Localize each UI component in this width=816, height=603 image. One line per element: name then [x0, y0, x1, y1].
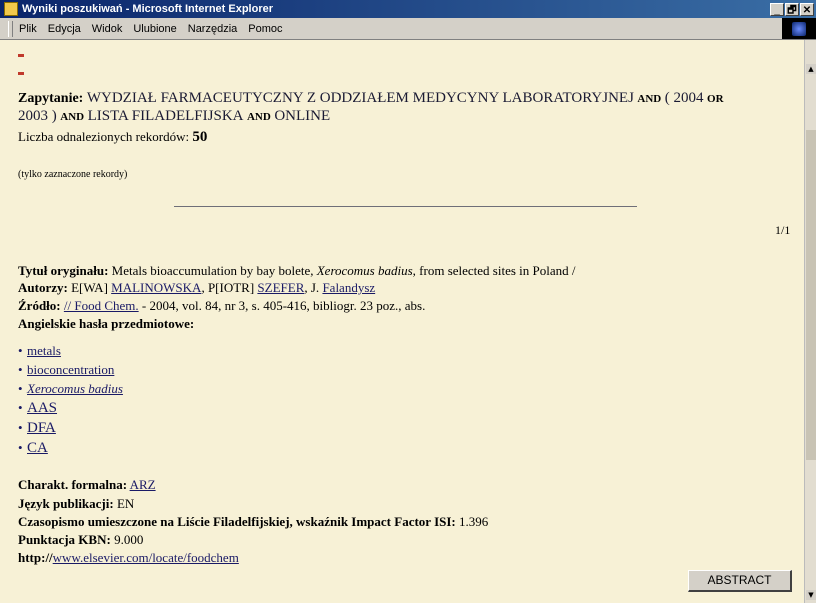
title-text-end: , from selected sites in Poland / [412, 263, 576, 278]
query-term-list: LISTA FILADELFIJSKA [87, 108, 244, 124]
page-indicator: 1/1 [775, 223, 791, 237]
ie-app-icon [4, 2, 18, 16]
toolbar-grip[interactable] [8, 20, 13, 37]
record-subjects-heading: Angielskie hasła przedmiotowe: [18, 315, 194, 332]
menu-help[interactable]: Pomoc [248, 23, 282, 35]
subject-link-bioconcentration[interactable]: bioconcentration [27, 362, 114, 377]
impact-factor-value: 1.396 [459, 514, 489, 529]
minimize-button[interactable]: _ [770, 2, 784, 16]
title-label: Tytuł oryginału: [18, 263, 109, 278]
author-link-szefer[interactable]: SZEFER [257, 280, 304, 295]
subject-link-ca[interactable]: CA [27, 440, 48, 456]
selected-records-note: (tylko zaznaczone rekordy) [18, 169, 128, 180]
source-details: - 2004, vol. 84, nr 3, s. 405-416, bibli… [138, 298, 426, 313]
window-title-bar: Wyniki poszukiwań - Microsoft Internet E… [0, 0, 816, 18]
record-kbn-score: Punktacja KBN: 9.000 [18, 531, 143, 548]
list-item: • AAS [18, 400, 58, 416]
source-journal-link[interactable]: // Food Chem. [64, 298, 139, 313]
record-url: http://www.elsevier.com/locate/foodchem [18, 549, 239, 566]
language-value: EN [116, 496, 135, 511]
list-item: • DFA [18, 420, 56, 436]
author-link-falandysz[interactable]: Falandysz [322, 280, 375, 295]
query-year-2004: ( 2004 [664, 90, 704, 106]
record-authors: Autorzy: E[WA] MALINOWSKA, P[IOTR] SZEFE… [18, 279, 375, 296]
ie-throbber-logo [782, 18, 816, 39]
kbn-label: Punktacja KBN: [18, 532, 111, 547]
menu-tools[interactable]: Narzędzia [188, 23, 238, 35]
menu-file[interactable]: Plik [19, 23, 37, 35]
author-2-initial: , P[IOTR] [201, 280, 255, 295]
close-button[interactable]: ✕ [800, 2, 814, 16]
subject-link-xerocomus[interactable]: Xerocomus badius [27, 381, 123, 396]
query-operator-and: AND [637, 93, 662, 105]
query-year-2003: 2003 ) [18, 108, 57, 124]
author-3-initial: , J. [304, 280, 320, 295]
vertical-scrollbar[interactable]: ▲ ▼ [804, 40, 816, 603]
abstract-button[interactable]: ABSTRACT [688, 570, 792, 592]
subject-link-metals[interactable]: metals [27, 343, 61, 358]
title-species: Xerocomus badius [316, 263, 413, 278]
result-count-label: Liczba odnalezionych rekordów: [18, 129, 190, 144]
subject-list: • metals • bioconcentration • Xerocomus bad… [18, 341, 123, 458]
query-term-online: ONLINE [274, 108, 331, 124]
record-title: Tytuł oryginału: Metals bioaccumulation … [18, 262, 576, 279]
subjects-label: Angielskie hasła przedmiotowe: [18, 316, 195, 331]
journal-url-link[interactable]: www.elsevier.com/locate/foodchem [53, 550, 239, 565]
author-1-initial: E[WA] [71, 280, 108, 295]
list-item: • Xerocomus badius [18, 381, 123, 396]
list-item: • CA [18, 440, 48, 456]
separator-line [174, 206, 637, 207]
list-item: • bioconcentration [18, 362, 115, 377]
title-text: Metals bioaccumulation by bay bolete, [111, 263, 314, 278]
record-formal-type: Charakt. formalna: ARZ [18, 476, 156, 493]
clipped-header-decoration [18, 44, 108, 75]
result-count-value: 50 [192, 129, 208, 145]
result-count: Liczba odnalezionych rekordów: 50 [18, 129, 207, 146]
menu-favorites[interactable]: Ulubione [133, 23, 176, 35]
list-item: • metals [18, 343, 61, 358]
source-label: Źródło: [18, 298, 61, 313]
query-label: Zapytanie: [18, 91, 84, 106]
url-prefix: http:// [18, 550, 53, 565]
journal-label: Czasopismo umieszczone na Liście Filadel… [18, 514, 456, 529]
query-operator-or: OR [707, 93, 724, 105]
author-link-malinowska[interactable]: MALINOWSKA [111, 280, 201, 295]
windows-logo-icon [792, 21, 806, 36]
record-source: Źródło: // Food Chem. - 2004, vol. 84, n… [18, 297, 425, 314]
menu-bar: Plik Edycja Widok Ulubione Narzędzia Pom… [0, 18, 816, 40]
scroll-thumb[interactable] [806, 130, 816, 460]
page-content: Zapytanie: WYDZIAŁ FARMACEUTYCZNY Z ODDZ… [0, 40, 804, 603]
query-operator-and: AND [246, 111, 271, 123]
subject-link-dfa[interactable]: DFA [27, 420, 56, 436]
menu-edit[interactable]: Edycja [48, 23, 81, 35]
window-controls: _ 🗗 ✕ [770, 2, 814, 16]
formal-value-link[interactable]: ARZ [130, 477, 156, 492]
restore-button[interactable]: 🗗 [785, 2, 799, 16]
kbn-value: 9.000 [114, 532, 144, 547]
subject-link-aas[interactable]: AAS [27, 400, 57, 416]
record-journal-impact: Czasopismo umieszczone na Liście Filadel… [18, 513, 488, 530]
scroll-up-arrow-icon[interactable]: ▲ [806, 64, 816, 74]
query-operator-and: AND [60, 111, 85, 123]
menu-view[interactable]: Widok [92, 23, 123, 35]
scroll-down-arrow-icon[interactable]: ▼ [806, 590, 816, 600]
window-title: Wyniki poszukiwań - Microsoft Internet E… [22, 3, 274, 15]
authors-label: Autorzy: [18, 280, 68, 295]
query-term-faculty: WYDZIAŁ FARMACEUTYCZNY Z ODDZIAŁEM MEDYC… [86, 90, 634, 106]
record-language: Język publikacji: EN [18, 495, 134, 512]
language-label: Język publikacji: [18, 496, 114, 511]
search-query: Zapytanie: WYDZIAŁ FARMACEUTYCZNY Z ODDZ… [18, 90, 788, 126]
formal-label: Charakt. formalna: [18, 477, 128, 492]
